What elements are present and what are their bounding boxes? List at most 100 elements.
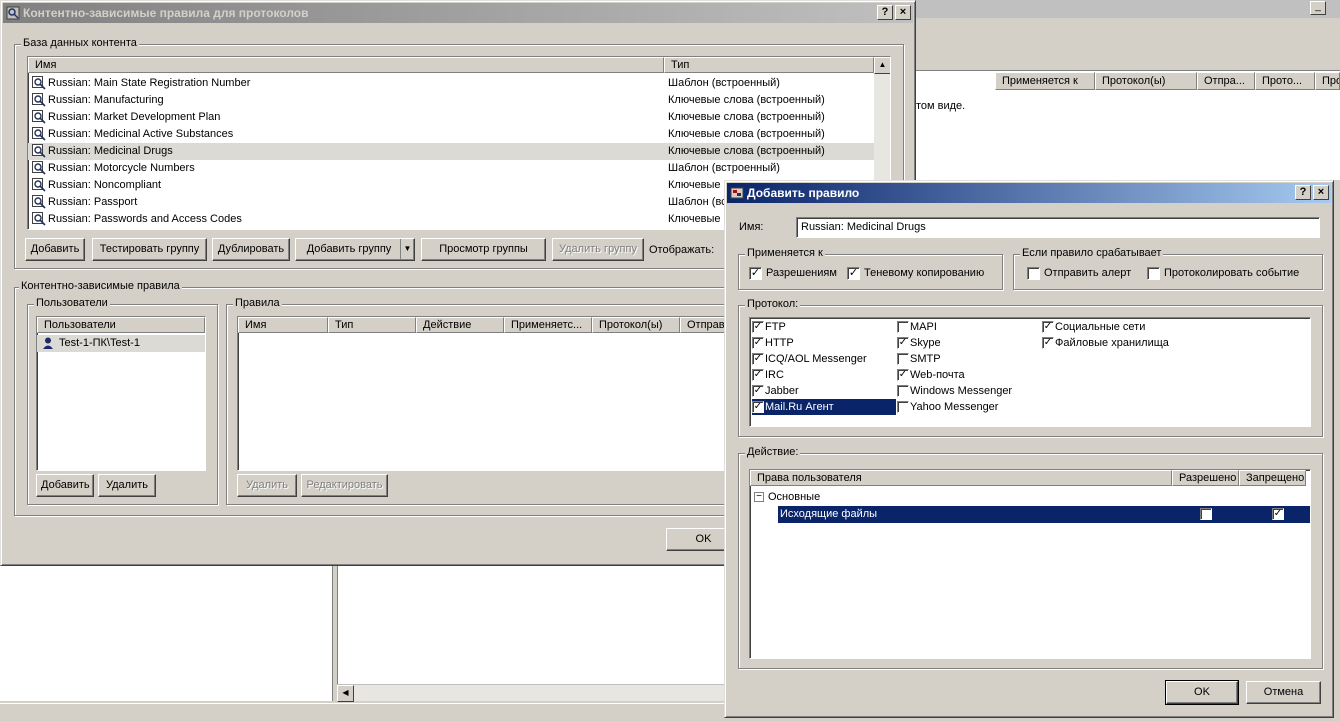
protocol-item[interactable]: ✓ Skype (897, 335, 1041, 351)
name-field[interactable]: Russian: Medicinal Drugs (796, 217, 1320, 238)
protocol-label: FTP (765, 321, 786, 333)
help-button[interactable]: ? (877, 5, 893, 20)
content-name: Russian: Passwords and Access Codes (48, 213, 242, 225)
rules-col-name[interactable]: Имя (238, 317, 328, 333)
content-db-row[interactable]: Russian: Motorcycle Numbers Шаблон (встро… (28, 160, 874, 177)
protocol-checkbox[interactable] (897, 321, 909, 333)
background-col-protocols[interactable]: Протокол(ы) (1095, 72, 1197, 90)
background-col-pro[interactable]: Про (1315, 72, 1340, 90)
magnifier-icon (32, 110, 46, 124)
magnifier-icon (32, 127, 46, 141)
protocol-checkbox[interactable]: ✓ (752, 401, 764, 413)
dialog-title: Добавить правило (747, 186, 860, 200)
protocol-checkbox[interactable]: ✓ (1042, 337, 1054, 349)
protocol-checkbox[interactable]: ✓ (897, 337, 909, 349)
edit-rule-button[interactable]: Редактировать (301, 474, 388, 497)
action-tree[interactable]: Права пользователя Разрешено Запрещено −… (749, 469, 1311, 659)
background-col-applies[interactable]: Применяется к (995, 72, 1095, 90)
dialog-close-button[interactable]: × (1313, 185, 1329, 200)
col-name-header[interactable]: Имя (28, 57, 664, 73)
content-type: Шаблон (встроенный) (668, 77, 780, 89)
content-db-row[interactable]: Russian: Manufacturing Ключевые слова (вс… (28, 92, 874, 109)
protocol-list[interactable]: ✓ FTP ✓ HTTP ✓ ICQ/AOL Messenger ✓ IRC ✓ Jabber ✓ M… (749, 317, 1311, 427)
protocol-item[interactable]: Windows Messenger (897, 383, 1041, 399)
content-db-row[interactable]: Russian: Medicinal Active Substances Ключ… (28, 126, 874, 143)
background-minimize-button[interactable]: _ (1310, 1, 1326, 15)
dialog-ok-button[interactable]: OK (1165, 680, 1239, 705)
protocol-label: MAPI (910, 321, 937, 333)
if-triggered-label: Если правило срабатывает (1020, 247, 1164, 259)
protocol-item[interactable]: ✓ Социальные сети (1042, 319, 1202, 335)
close-button[interactable]: × (895, 5, 911, 20)
dialog-help-button[interactable]: ? (1295, 185, 1311, 200)
send-alert-checkbox[interactable] (1027, 267, 1040, 280)
add-group-button[interactable]: Добавить группу ▼ (295, 238, 415, 261)
permissions-checkbox[interactable]: ✓ (749, 267, 762, 280)
add-content-button[interactable]: Добавить (25, 238, 85, 261)
rules-col-applies[interactable]: Применяетс... (504, 317, 592, 333)
protocol-checkbox[interactable] (897, 401, 909, 413)
protocol-checkbox[interactable]: ✓ (1042, 321, 1054, 333)
protocol-label: Протокол: (745, 298, 801, 310)
rules-col-type[interactable]: Тип (328, 317, 416, 333)
protocol-item[interactable]: ✓ HTTP (752, 335, 896, 351)
denied-checkbox[interactable]: ✓ (1272, 508, 1284, 520)
protocol-checkbox[interactable]: ✓ (752, 369, 764, 381)
col-type-header[interactable]: Тип (664, 57, 874, 73)
tree-row-outgoing-files[interactable]: Исходящие файлы ✓ (778, 506, 1310, 523)
background-col-send[interactable]: Отпра... (1197, 72, 1255, 90)
protocol-item[interactable]: ✓ Jabber (752, 383, 896, 399)
log-event-checkbox[interactable] (1147, 267, 1160, 280)
content-db-row[interactable]: Russian: Market Development Plan Ключевые… (28, 109, 874, 126)
protocol-item[interactable]: ✓ ICQ/AOL Messenger (752, 351, 896, 367)
delete-user-button[interactable]: Удалить (98, 474, 156, 497)
protocol-checkbox[interactable] (897, 385, 909, 397)
protocol-item[interactable]: ✓ Файловые хранилища (1042, 335, 1202, 351)
action-col-allowed[interactable]: Разрешено (1172, 470, 1239, 486)
dropdown-arrow-icon[interactable]: ▼ (400, 239, 414, 260)
protocol-checkbox[interactable]: ✓ (752, 321, 764, 333)
background-status-bar (0, 703, 727, 721)
protocol-item[interactable]: Yahoo Messenger (897, 399, 1041, 415)
scroll-left-icon[interactable]: ◀ (337, 685, 354, 702)
scroll-up-icon[interactable]: ▲ (874, 57, 890, 74)
protocol-checkbox[interactable]: ✓ (897, 369, 909, 381)
protocol-checkbox[interactable]: ✓ (752, 337, 764, 349)
delete-group-button[interactable]: Удалить группу (552, 238, 644, 261)
collapse-icon[interactable]: − (754, 492, 764, 502)
view-group-button[interactable]: Просмотр группы (421, 238, 546, 261)
content-name: Russian: Passport (48, 196, 138, 208)
rules-list[interactable]: Имя Тип Действие Применяетс... Протокол(… (237, 316, 727, 471)
protocol-item[interactable]: MAPI (897, 319, 1041, 335)
tree-group-row[interactable]: − Основные (750, 489, 1310, 506)
protocol-item[interactable]: ✓ FTP (752, 319, 896, 335)
protocol-checkbox[interactable]: ✓ (752, 385, 764, 397)
background-text: том виде. (916, 100, 966, 112)
shadow-copy-checkbox[interactable]: ✓ (847, 267, 860, 280)
protocol-item[interactable]: SMTP (897, 351, 1041, 367)
content-db-row[interactable]: Russian: Main State Registration Number Ш… (28, 75, 874, 92)
user-item[interactable]: Test-1-ПК\Test-1 (37, 335, 205, 352)
users-header[interactable]: Пользователи (37, 317, 205, 333)
users-list[interactable]: Пользователи Test-1-ПК\Test-1 (36, 316, 206, 471)
delete-rule-button[interactable]: Удалить (237, 474, 297, 497)
protocol-item[interactable]: ✓ Web-почта (897, 367, 1041, 383)
protocol-checkbox[interactable] (897, 353, 909, 365)
duplicate-button[interactable]: Дублировать (212, 238, 290, 261)
content-db-row[interactable]: Russian: Medicinal Drugs Ключевые слова (… (28, 143, 874, 160)
allowed-checkbox[interactable] (1200, 508, 1212, 520)
dialog-cancel-button[interactable]: Отмена (1246, 681, 1321, 704)
rules-col-action[interactable]: Действие (416, 317, 504, 333)
add-user-button[interactable]: Добавить (36, 474, 94, 497)
protocol-checkbox[interactable]: ✓ (752, 353, 764, 365)
protocol-item[interactable]: ✓ IRC (752, 367, 896, 383)
rules-col-protocols[interactable]: Протокол(ы) (592, 317, 680, 333)
background-col-proto[interactable]: Прото... (1255, 72, 1315, 90)
action-col-denied[interactable]: Запрещено (1239, 470, 1306, 486)
rules-col-send[interactable]: Отправ (680, 317, 726, 333)
action-col-rights[interactable]: Права пользователя (750, 470, 1172, 486)
test-group-button[interactable]: Тестировать группу (92, 238, 207, 261)
protocol-item[interactable]: ✓ Mail.Ru Агент (752, 399, 896, 415)
content-type: Ключевые слова (встроенный) (668, 94, 825, 106)
background-horizontal-scrollbar[interactable]: ◀ (337, 684, 727, 702)
